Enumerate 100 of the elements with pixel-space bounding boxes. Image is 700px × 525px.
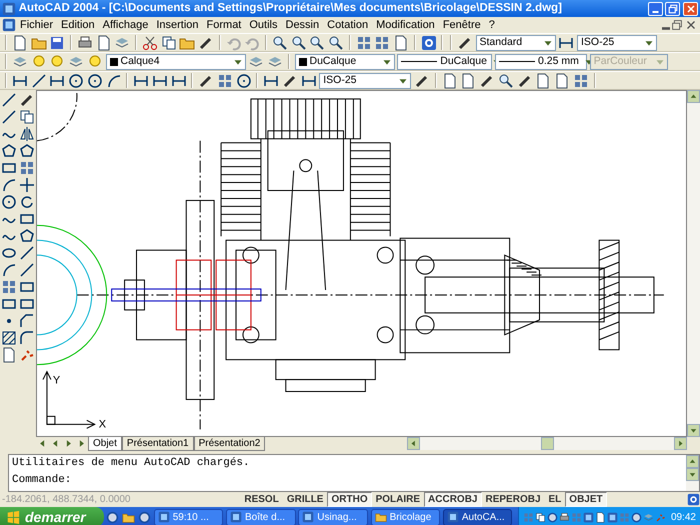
scroll-up-button[interactable]: [687, 90, 700, 103]
scroll-left-button[interactable]: [407, 437, 420, 450]
status-toggle[interactable]: POLAIRE: [372, 492, 424, 507]
menu-item[interactable]: Fenêtre: [438, 17, 485, 33]
tray-icon[interactable]: [558, 512, 570, 522]
polygon-icon[interactable]: [19, 228, 35, 244]
minimize-button[interactable]: [648, 2, 662, 16]
layout-tab[interactable]: Présentation2: [194, 437, 266, 452]
command-scrollbar[interactable]: [686, 455, 699, 491]
circle-icon[interactable]: [1, 194, 17, 210]
scissors-icon[interactable]: [142, 34, 158, 50]
status-toggle[interactable]: GRILLE: [282, 492, 328, 507]
magnifier-icon[interactable]: [309, 34, 326, 50]
status-toggle[interactable]: ORTHO: [327, 492, 372, 507]
scroll-thumb[interactable]: [540, 437, 554, 450]
status-toggle[interactable]: RESOL: [240, 492, 283, 507]
tray-icon[interactable]: [594, 512, 606, 522]
command-prompt[interactable]: Commande:: [9, 472, 686, 489]
tray-icon[interactable]: [546, 512, 558, 522]
restore-icon[interactable]: [670, 18, 684, 32]
line-icon[interactable]: [1, 109, 17, 125]
status-toggle[interactable]: OBJET: [565, 492, 607, 507]
layout-tab[interactable]: Objet: [88, 437, 122, 452]
dimension-style-dropdown[interactable]: ISO-25: [577, 34, 657, 50]
menu-item[interactable]: Cotation: [323, 17, 372, 33]
tray-icon[interactable]: [630, 512, 642, 522]
tray-icon[interactable]: [582, 512, 594, 522]
globe-icon[interactable]: [106, 510, 120, 524]
linetype-dropdown[interactable]: DuCalque: [397, 54, 492, 70]
tray-icon[interactable]: [534, 512, 546, 522]
circle-icon[interactable]: [236, 72, 252, 88]
polygon-icon[interactable]: [1, 143, 17, 159]
magnifier-icon[interactable]: [328, 34, 344, 50]
circle-icon[interactable]: [68, 72, 84, 88]
scroll-up-button[interactable]: [686, 455, 699, 468]
scroll-down-button[interactable]: [686, 468, 699, 481]
chamfer-icon[interactable]: [19, 313, 35, 329]
scroll-right-button[interactable]: [674, 437, 687, 450]
taskbar-button[interactable]: 59:10 ...: [154, 508, 224, 525]
horizontal-scrollbar[interactable]: [407, 437, 687, 450]
menu-item[interactable]: Outils: [245, 17, 282, 33]
menu-item[interactable]: Affichage: [98, 17, 152, 33]
hatch-icon[interactable]: [1, 330, 17, 346]
line-icon[interactable]: [19, 245, 35, 261]
status-toggle[interactable]: REPEROBJ: [482, 492, 545, 507]
status-toggle[interactable]: EL: [544, 492, 566, 507]
vertical-scrollbar[interactable]: [687, 90, 700, 438]
copy-icon[interactable]: [19, 109, 35, 125]
magnifier-icon[interactable]: [290, 34, 306, 50]
line-icon[interactable]: [1, 92, 17, 108]
rotate-icon[interactable]: [19, 194, 35, 210]
lineweight-dropdown[interactable]: 0.25 mm: [495, 54, 587, 70]
line-icon[interactable]: [19, 262, 35, 278]
menu-item[interactable]: Format: [202, 17, 246, 33]
copy-icon[interactable]: [160, 34, 176, 50]
drawing-canvas[interactable]: Y X: [36, 90, 687, 438]
tray-status-icon[interactable]: [687, 493, 700, 506]
minimize-icon: [652, 10, 658, 12]
status-toggle[interactable]: ACCROBJ: [424, 492, 482, 507]
layer-dropdown[interactable]: Calque4: [106, 54, 246, 70]
start-button[interactable]: demarrer: [0, 507, 104, 525]
arc-icon[interactable]: [1, 177, 17, 193]
grid-icon[interactable]: [216, 72, 233, 88]
grid-icon[interactable]: [1, 279, 17, 295]
taskbar-button[interactable]: Bricolage: [370, 508, 440, 525]
menu-item[interactable]: Dessin: [282, 17, 324, 33]
color-dropdown[interactable]: DuCalque: [294, 54, 394, 70]
arc-icon[interactable]: [106, 72, 122, 88]
globe-icon[interactable]: [138, 510, 151, 524]
layout-tab[interactable]: Présentation1: [122, 437, 194, 452]
menu-item[interactable]: Fichier: [16, 17, 58, 33]
taskbar-button[interactable]: Usinag...: [298, 508, 368, 525]
taskbar-button[interactable]: Boîte d...: [226, 508, 296, 525]
menu-item[interactable]: ?: [484, 17, 499, 33]
circle-icon[interactable]: [86, 72, 103, 88]
menu-item[interactable]: Insertion: [152, 17, 203, 33]
line-icon[interactable]: [30, 72, 46, 88]
menu-item[interactable]: Modification: [372, 17, 439, 33]
polygon-icon[interactable]: [19, 143, 35, 159]
taskbar-button[interactable]: AutoCA...: [442, 508, 512, 525]
restore-button[interactable]: [665, 2, 680, 16]
fillet-icon[interactable]: [19, 330, 35, 346]
pencil-icon[interactable]: [19, 92, 35, 108]
dimension-style-dropdown[interactable]: ISO-25: [319, 72, 412, 88]
menu-item[interactable]: Edition: [57, 17, 99, 33]
grid-icon[interactable]: [356, 34, 372, 50]
magnifier-icon[interactable]: [272, 34, 288, 50]
arc-icon[interactable]: [1, 262, 17, 278]
printer-icon[interactable]: [76, 34, 93, 50]
move-icon[interactable]: [19, 177, 35, 193]
text-style-dropdown[interactable]: Standard: [476, 34, 556, 50]
magnifier-icon[interactable]: [498, 72, 514, 88]
tray-icon[interactable]: [606, 512, 618, 522]
close-button[interactable]: [683, 2, 698, 16]
mirror-icon[interactable]: [19, 126, 35, 142]
grid-icon[interactable]: [572, 72, 589, 88]
grid-icon[interactable]: [19, 160, 35, 176]
grid-icon[interactable]: [374, 34, 390, 50]
scroll-down-button[interactable]: [687, 424, 700, 438]
app-icon: [2, 2, 16, 16]
